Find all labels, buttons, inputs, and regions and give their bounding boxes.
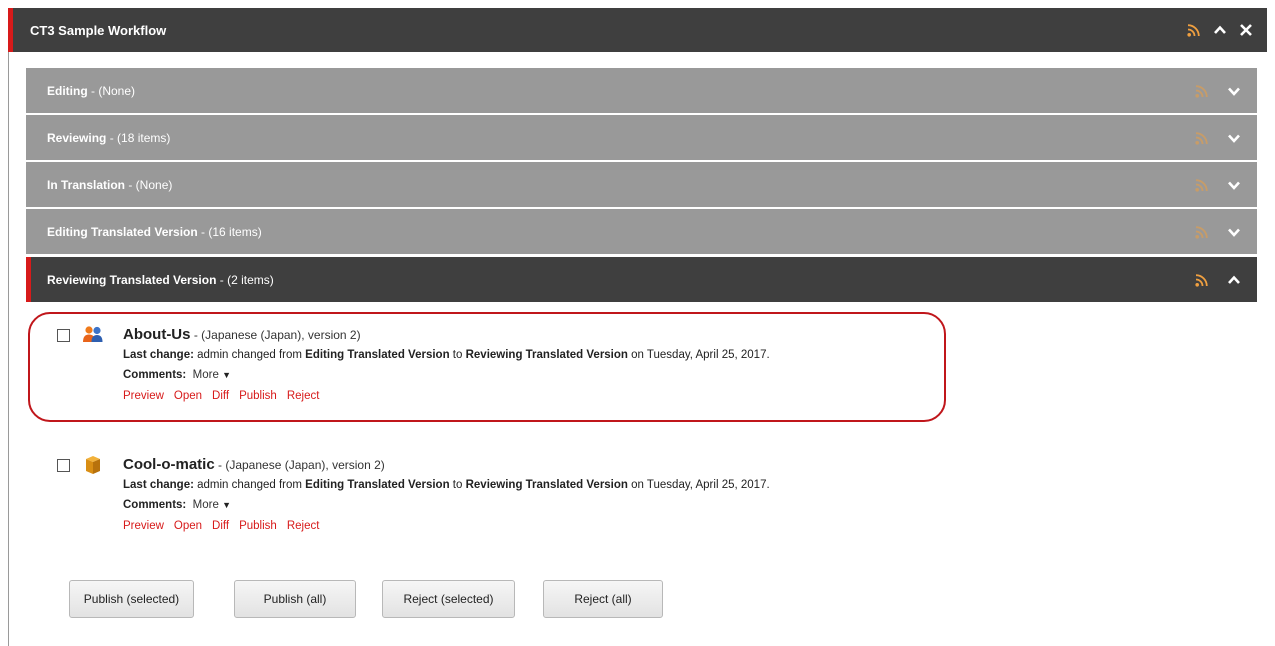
comments-row: Comments: More ▼ <box>123 495 1023 515</box>
group-icon <box>82 325 104 345</box>
change-date: on Tuesday, April 25, 2017. <box>627 479 770 491</box>
last-change-label: Last change: <box>123 349 194 361</box>
from-stage: Editing Translated Version <box>305 479 450 491</box>
item-actions: Preview Open Diff Publish Reject <box>123 515 1023 537</box>
rss-icon[interactable] <box>1195 178 1209 192</box>
preview-link[interactable]: Preview <box>123 390 164 402</box>
chevron-down-icon[interactable] <box>1227 84 1241 98</box>
stage-count: - (None) <box>125 177 173 192</box>
stage-count: - (2 items) <box>216 272 274 287</box>
to-stage: Reviewing Translated Version <box>465 349 628 361</box>
header-controls <box>1187 8 1253 52</box>
open-link[interactable]: Open <box>174 520 202 532</box>
comments-label: Comments: <box>123 369 187 381</box>
item-name[interactable]: Cool-o-matic <box>123 456 215 473</box>
more-toggle[interactable]: More <box>193 499 219 511</box>
stage-editing-translated-version[interactable]: Editing Translated Version - (16 items) <box>26 209 1257 254</box>
more-toggle[interactable]: More <box>193 369 219 381</box>
reject-link[interactable]: Reject <box>287 390 320 402</box>
diff-link[interactable]: Diff <box>212 520 229 532</box>
stage-count: - (18 items) <box>106 130 171 145</box>
open-link[interactable]: Open <box>174 390 202 402</box>
chevron-down-icon[interactable] <box>1227 131 1241 145</box>
rss-icon[interactable] <box>1195 273 1209 287</box>
to-word: to <box>449 479 466 491</box>
stage-name: Reviewing Translated Version <box>47 272 217 287</box>
item-name[interactable]: About-Us <box>123 326 191 343</box>
caret-down-icon: ▼ <box>222 370 231 380</box>
item-meta: - (Japanese (Japan), version 2) <box>214 458 385 472</box>
comments-label: Comments: <box>123 499 187 511</box>
publish-selected-button[interactable]: Publish (selected) <box>69 580 194 618</box>
last-change-row: Last change: admin changed from Editing … <box>123 345 1023 365</box>
stage-editing[interactable]: Editing - (None) <box>26 68 1257 113</box>
product-box-icon <box>82 455 104 475</box>
item-meta: - (Japanese (Japan), version 2) <box>190 328 361 342</box>
rss-icon[interactable] <box>1195 84 1209 98</box>
chevron-up-icon[interactable] <box>1227 273 1241 287</box>
change-text: admin changed from <box>193 349 306 361</box>
workflow-header: CT3 Sample Workflow <box>8 8 1267 52</box>
to-stage: Reviewing Translated Version <box>465 479 628 491</box>
last-change-row: Last change: admin changed from Editing … <box>123 475 1023 495</box>
stage-reviewing[interactable]: Reviewing - (18 items) <box>26 115 1257 160</box>
rss-icon[interactable] <box>1195 131 1209 145</box>
stage-count: - (16 items) <box>197 224 262 239</box>
panel-border <box>8 8 9 646</box>
stage-name: Reviewing <box>47 130 107 145</box>
preview-link[interactable]: Preview <box>123 520 164 532</box>
chevron-down-icon[interactable] <box>1227 178 1241 192</box>
from-stage: Editing Translated Version <box>305 349 450 361</box>
reject-link[interactable]: Reject <box>287 520 320 532</box>
publish-link[interactable]: Publish <box>239 520 277 532</box>
item-checkbox[interactable] <box>57 459 70 472</box>
publish-link[interactable]: Publish <box>239 390 277 402</box>
rss-icon[interactable] <box>1187 23 1201 37</box>
reject-all-button[interactable]: Reject (all) <box>543 580 663 618</box>
diff-link[interactable]: Diff <box>212 390 229 402</box>
stage-in-translation[interactable]: In Translation - (None) <box>26 162 1257 207</box>
chevron-down-icon[interactable] <box>1227 225 1241 239</box>
last-change-label: Last change: <box>123 479 194 491</box>
item-checkbox[interactable] <box>57 329 70 342</box>
change-text: admin changed from <box>193 479 306 491</box>
item-actions: Preview Open Diff Publish Reject <box>123 385 1023 407</box>
stage-count: - (None) <box>87 83 136 98</box>
publish-all-button[interactable]: Publish (all) <box>234 580 356 618</box>
stage-reviewing-translated-version[interactable]: Reviewing Translated Version - (2 items) <box>26 257 1257 302</box>
reject-selected-button[interactable]: Reject (selected) <box>382 580 515 618</box>
caret-down-icon: ▼ <box>222 500 231 510</box>
stage-name: Editing Translated Version <box>47 224 198 239</box>
to-word: to <box>449 349 466 361</box>
comments-row: Comments: More ▼ <box>123 365 1023 385</box>
change-date: on Tuesday, April 25, 2017. <box>627 349 770 361</box>
rss-icon[interactable] <box>1195 225 1209 239</box>
workflow-title: CT3 Sample Workflow <box>30 22 167 38</box>
stage-name: In Translation <box>47 177 126 192</box>
close-icon[interactable] <box>1239 23 1253 37</box>
collapse-icon[interactable] <box>1213 23 1227 37</box>
stage-name: Editing <box>47 83 88 98</box>
